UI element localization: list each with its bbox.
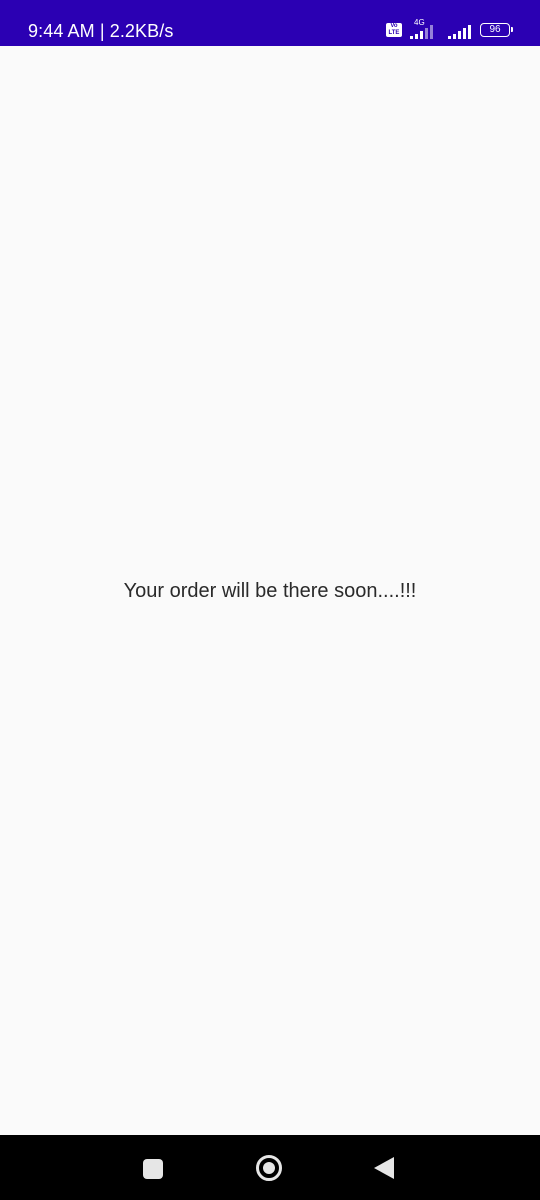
navigation-bar [0,1135,540,1200]
status-icons: Vo LTE 4G 96 [386,18,513,40]
home-icon[interactable] [256,1155,282,1181]
volte-icon: Vo LTE [386,23,402,37]
screen: 9:44 AM | 2.2KB/s Vo LTE 4G 96 Your orde… [0,0,540,1200]
battery-icon: 96 [480,23,513,37]
back-icon[interactable] [374,1157,394,1179]
recents-icon[interactable] [143,1159,163,1179]
status-bar: 9:44 AM | 2.2KB/s Vo LTE 4G 96 [0,0,540,46]
signal-strength-icon [448,21,474,39]
signal-4g-icon: 4G [408,18,442,39]
status-time-speed: 9:44 AM | 2.2KB/s [28,21,174,41]
order-status-message: Your order will be there soon....!!! [123,580,417,602]
